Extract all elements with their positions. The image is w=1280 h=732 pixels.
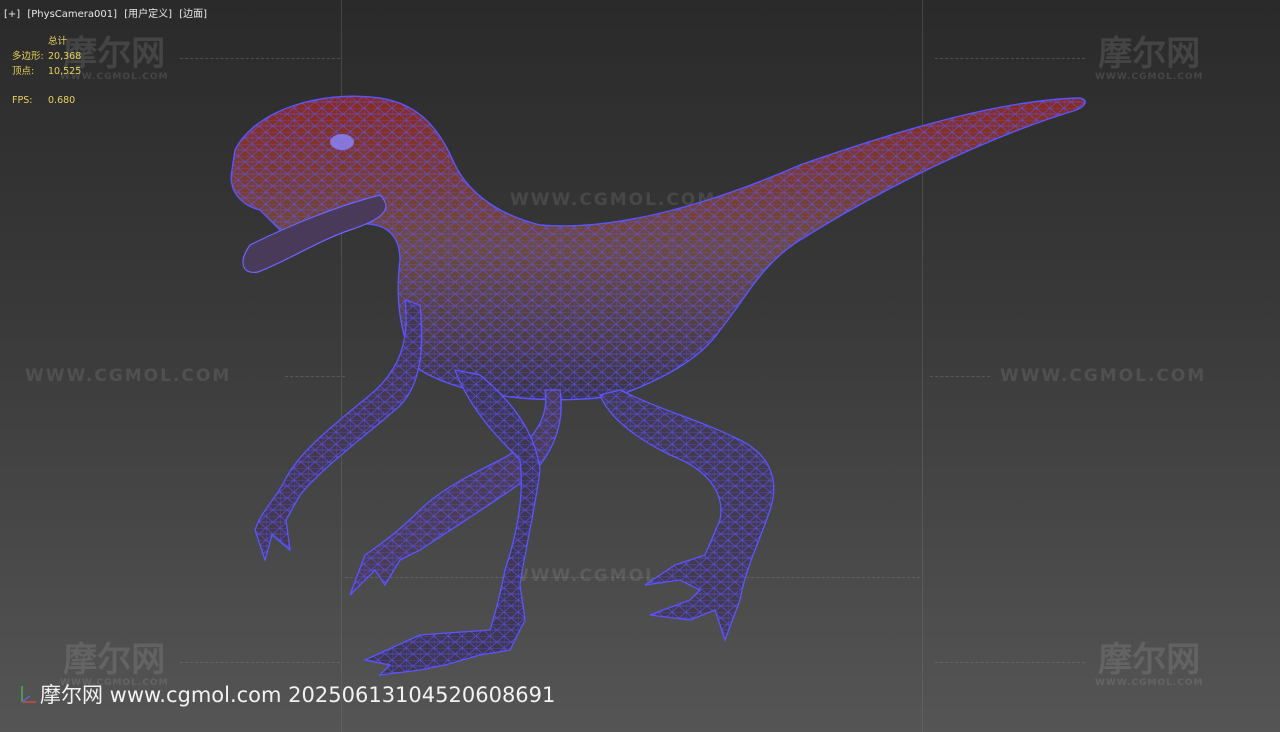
- polygons-value: 20,368: [48, 51, 82, 62]
- viewport-statistics: 总计 多边形: 20,368 顶点: 10,525 FPS: 0.680: [12, 34, 81, 108]
- raptor-right-leg: [599, 389, 775, 642]
- viewport-mode-button[interactable]: [用户定义]: [124, 9, 172, 20]
- vertices-label: 顶点:: [12, 66, 35, 77]
- stats-vertices-row: 顶点: 10,525: [12, 64, 81, 79]
- raptor-front-left-arm: [254, 299, 423, 563]
- viewport-menu-button[interactable]: [+]: [4, 9, 20, 20]
- fps-value: 0.680: [48, 95, 76, 106]
- viewport-camera-button[interactable]: [PhysCamera001]: [27, 9, 117, 20]
- fps-label: FPS:: [12, 95, 33, 106]
- raptor-body: [230, 95, 1086, 401]
- viewport-label: [+] [PhysCamera001] [用户定义] [边面]: [4, 5, 211, 20]
- polygons-label: 多边形:: [12, 51, 44, 62]
- viewport-shading-button[interactable]: [边面]: [179, 9, 207, 20]
- raptor-wireframe-model[interactable]: [0, 0, 1280, 732]
- stats-polygons-row: 多边形: 20,368: [12, 49, 81, 64]
- footer-watermark: 摩尔网 www.cgmol.com 20250613104520608691: [40, 683, 556, 707]
- stats-fps-row: FPS: 0.680: [12, 93, 81, 108]
- axis-gizmo-icon: [21, 686, 36, 703]
- vertices-value: 10,525: [48, 66, 82, 77]
- stats-header: 总计: [48, 36, 68, 47]
